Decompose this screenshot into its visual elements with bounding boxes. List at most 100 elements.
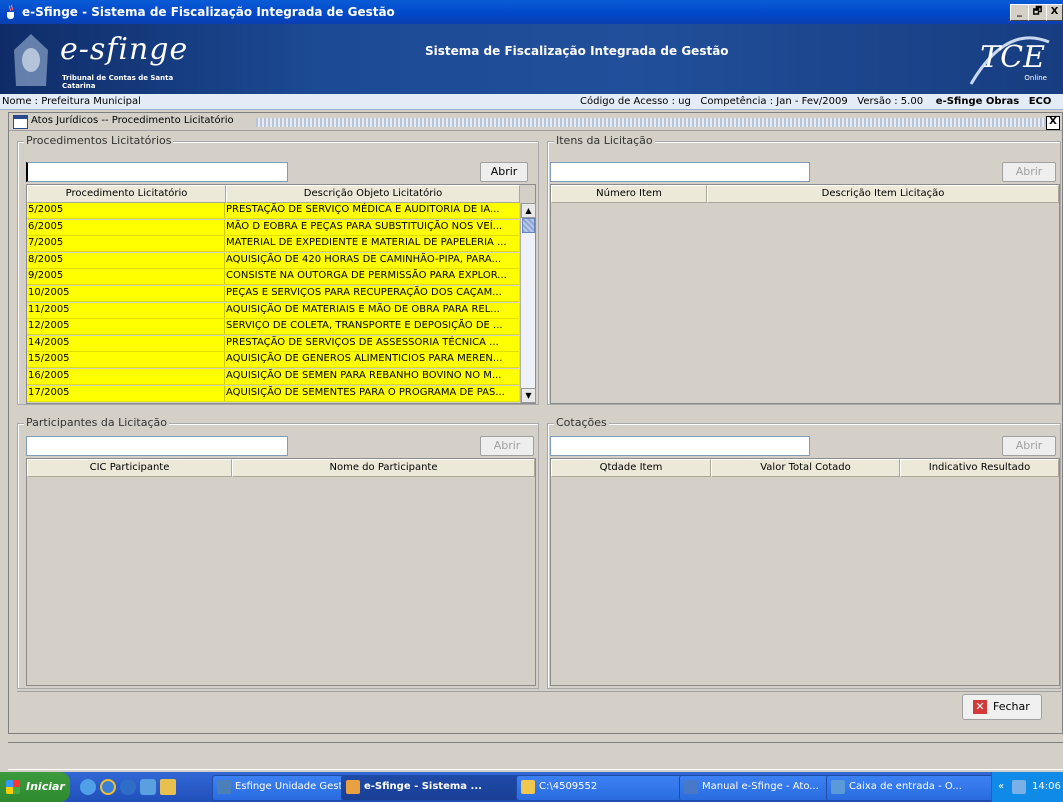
banner-title: Sistema de Fiscalização Integrada de Ges…	[425, 44, 729, 58]
outlook-icon	[831, 780, 845, 794]
descricao-cell: MÃO D EOBRA E PEÇAS PARA SUBSTITUIÇÃO NO…	[226, 220, 503, 232]
internal-frame: Atos Jurídicos -- Procedimento Licitatór…	[8, 112, 1063, 734]
codigo-acesso: Código de Acesso : ug	[580, 96, 691, 107]
java-icon	[346, 780, 360, 794]
taskbar-item-esfinge-unidade[interactable]: Esfinge Unidade Gestora	[212, 775, 362, 801]
status-bar	[8, 742, 1063, 770]
procedimento-cell: 10/2005	[28, 286, 225, 301]
itens-search-input[interactable]	[550, 162, 810, 182]
procedimento-cell: 9/2005	[28, 269, 225, 285]
divider	[17, 691, 1061, 692]
procedimento-cell: 11/2005	[28, 302, 225, 318]
participantes-table: CIC Participante Nome do Participante	[26, 458, 536, 686]
column-header-valor-total[interactable]: Valor Total Cotado	[711, 459, 900, 477]
participantes-abrir-button[interactable]: Abrir	[480, 436, 534, 456]
table-row[interactable]: 8/2005 AQUISIÇÃO DE 420 HORAS DE CAMINHÃO…	[27, 252, 519, 269]
procedimento-cell: 12/2005	[28, 319, 225, 335]
cotacoes-table: Qtdade Item Valor Total Cotado Indicativ…	[550, 458, 1060, 686]
quicklaunch-folder-icon[interactable]	[160, 779, 176, 795]
quicklaunch-media-icon[interactable]	[120, 779, 136, 795]
taskbar-item-label: e-Sfinge - Sistema ...	[364, 781, 482, 792]
scroll-thumb[interactable]	[522, 218, 535, 233]
procedimento-cell: 7/2005	[28, 236, 225, 252]
table-row[interactable]: 5/2005 PRESTAÇÃO DE SERVIÇO MÉDICA E AUDI…	[27, 203, 519, 219]
descricao-cell: AQUISIÇÃO DE GENEROS ALIMENTICIOS PARA M…	[226, 353, 503, 365]
procedimento-cell: 14/2005	[28, 335, 225, 351]
fechar-button[interactable]: ✕ Fechar	[962, 694, 1042, 720]
windows-flag-icon	[6, 780, 20, 794]
java-cup-icon	[7, 4, 14, 19]
close-window-button[interactable]: X	[1046, 4, 1063, 21]
header-banner: e-sfinge Tribunal de Contas de Santa Cat…	[0, 24, 1063, 94]
table-row[interactable]: 16/2005 AQUISIÇÃO DE SEMEN PARA REBANHO B…	[27, 369, 519, 385]
itens-abrir-button[interactable]: Abrir	[1002, 162, 1056, 182]
quicklaunch-desktop-icon[interactable]	[80, 779, 96, 795]
column-header-numero-item[interactable]: Número Item	[551, 185, 707, 203]
procedimentos-scrollbar[interactable]: ▲ ▼	[520, 203, 536, 403]
table-row[interactable]: 14/2005 PRESTAÇÃO DE SERVIÇOS DE ASSESSOR…	[27, 335, 519, 352]
table-row[interactable]: 7/2005 MATERIAL DE EXPEDIENTE E MATERIAL …	[27, 236, 519, 253]
maximize-button[interactable]: 🗗	[1028, 4, 1047, 21]
scroll-down-arrow-icon[interactable]: ▼	[521, 388, 536, 403]
logo-text: e-sfinge	[60, 32, 189, 67]
participantes-title: Participantes da Licitação	[24, 416, 169, 429]
descricao-cell: PRESTAÇÃO DE SERVIÇOS DE ASSESSORIA TÉCN…	[226, 336, 499, 348]
word-icon	[684, 780, 698, 794]
tce-online-label: Online	[1024, 74, 1047, 82]
itens-table: Número Item Descrição Item Licitação	[550, 184, 1060, 404]
tray-expand-button[interactable]: «	[998, 772, 1004, 802]
column-header-cic[interactable]: CIC Participante	[27, 459, 232, 477]
procedimentos-abrir-button[interactable]: Abrir	[480, 162, 528, 182]
minimize-button[interactable]: _	[1010, 4, 1029, 21]
table-row[interactable]: 15/2005 AQUISIÇÃO DE GENEROS ALIMENTICIOS…	[27, 352, 519, 369]
tce-logo-text: TCE	[980, 40, 1045, 75]
window-title: e-Sfinge - Sistema de Fiscalização Integ…	[22, 5, 395, 19]
logo-subtitle: Tribunal de Contas de Santa Catarina	[62, 74, 174, 90]
column-header-qtdade[interactable]: Qtdade Item	[551, 459, 711, 477]
quicklaunch-outlook-icon[interactable]	[140, 779, 156, 795]
frame-title: Atos Jurídicos -- Procedimento Licitatór…	[31, 115, 234, 126]
descricao-cell: SERVIÇO DE COLETA, TRANSPORTE E DEPOSIÇÃ…	[226, 320, 503, 332]
start-button[interactable]: Iniciar	[0, 772, 70, 802]
start-label: Iniciar	[26, 780, 65, 793]
table-row[interactable]: 6/2005 MÃO D EOBRA E PEÇAS PARA SUBSTITUI…	[27, 219, 519, 236]
session-info-bar: Nome : Prefeitura Municipal Código de Ac…	[0, 94, 1063, 110]
sphinx-icon	[14, 34, 48, 86]
window-title-bar[interactable]: e-Sfinge - Sistema de Fiscalização Integ…	[0, 0, 1063, 24]
cotacoes-title: Cotações	[554, 416, 609, 429]
table-row[interactable]: 11/2005 AQUISIÇÃO DE MATERIAIS E MÃO DE O…	[27, 302, 519, 319]
fechar-label: Fechar	[993, 700, 1030, 713]
procedimento-cell: 15/2005	[28, 352, 225, 368]
descricao-cell: PRESTAÇÃO DE SERVIÇO MÉDICA E AUDITORIA …	[226, 204, 500, 215]
taskbar-item-esfinge-sistema[interactable]: e-Sfinge - Sistema ...	[341, 775, 537, 801]
column-header-descricao-item[interactable]: Descrição Item Licitação	[707, 185, 1059, 203]
taskbar-item-manual[interactable]: Manual e-Sfinge - Ato...	[679, 775, 847, 801]
cotacoes-search-input[interactable]	[550, 436, 810, 456]
app-icon	[217, 780, 231, 794]
procedimentos-group: Procedimentos Licitatórios Abrir Procedi…	[17, 134, 539, 405]
quicklaunch-ie-icon[interactable]	[100, 779, 116, 795]
taskbar-item-folder[interactable]: C:\4509552	[516, 775, 700, 801]
scroll-up-arrow-icon[interactable]: ▲	[521, 203, 536, 218]
internal-frame-title-bar[interactable]: Atos Jurídicos -- Procedimento Licitatór…	[9, 113, 1062, 131]
column-header-descricao[interactable]: Descrição Objeto Licitatório	[226, 185, 520, 203]
column-header-procedimento[interactable]: Procedimento Licitatório	[27, 185, 226, 203]
table-row[interactable]: 17/2005 AQUISIÇÃO DE SEMENTES PARA O PROG…	[27, 385, 519, 402]
descricao-cell: AQUISIÇÃO DE MATERIAIS E MÃO DE OBRA PAR…	[226, 303, 500, 315]
versao: Versão : 5.00	[857, 96, 924, 107]
procedimento-cell: 6/2005	[28, 219, 225, 235]
procedimentos-search-input[interactable]	[26, 162, 288, 182]
participantes-search-input[interactable]	[26, 436, 288, 456]
table-row[interactable]: 9/2005 CONSISTE NA OUTORGA DE PERMISSÃO P…	[27, 269, 519, 286]
participantes-group: Participantes da Licitação Abrir CIC Par…	[17, 416, 539, 689]
module-name: e-Sfinge Obras	[935, 96, 1020, 107]
procedimentos-rows: 5/2005 PRESTAÇÃO DE SERVIÇO MÉDICA E AUDI…	[27, 203, 519, 403]
network-icon[interactable]	[1012, 780, 1026, 794]
taskbar-item-caixa-entrada[interactable]: Caixa de entrada - O...	[826, 775, 1000, 801]
table-row[interactable]: 12/2005 SERVIÇO DE COLETA, TRANSPORTE E D…	[27, 319, 519, 336]
table-row[interactable]: 10/2005 PEÇAS E SERVIÇOS PARA RECUPERAÇÃO…	[27, 286, 519, 302]
column-header-nome[interactable]: Nome do Participante	[232, 459, 535, 477]
column-header-indicativo[interactable]: Indicativo Resultado	[900, 459, 1059, 477]
cotacoes-abrir-button[interactable]: Abrir	[1002, 436, 1056, 456]
frame-close-button[interactable]: X	[1046, 116, 1060, 130]
